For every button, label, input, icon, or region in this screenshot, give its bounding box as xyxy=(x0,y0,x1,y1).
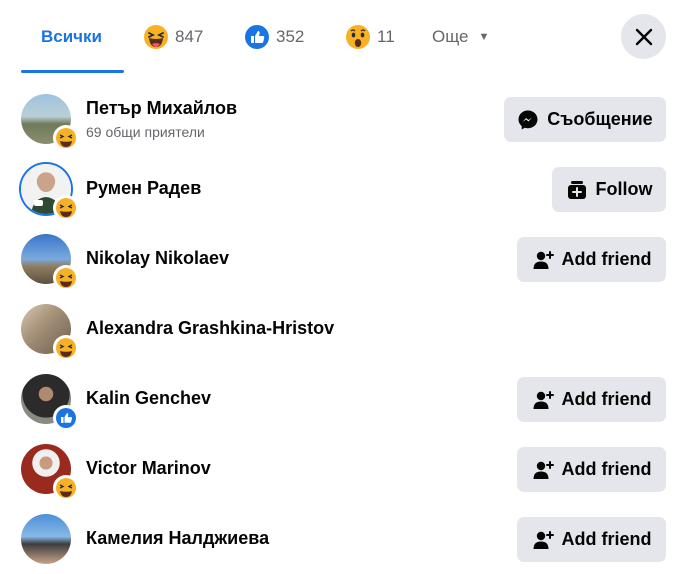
tab-all[interactable]: Всички xyxy=(41,0,102,74)
active-tab-indicator xyxy=(21,70,124,73)
haha-icon xyxy=(144,25,168,49)
tab-wow-count: 11 xyxy=(377,27,395,46)
mutual-friends[interactable]: 69 общи приятели xyxy=(86,124,205,140)
tab-haha[interactable]: 847 xyxy=(143,0,203,74)
add-friend-icon xyxy=(533,460,554,479)
tab-haha-count: 847 xyxy=(175,27,204,46)
add-friend-button-label: Add friend xyxy=(561,249,652,269)
add-friend-button-label: Add friend xyxy=(561,389,652,409)
add-friend-button-label: Add friend xyxy=(561,459,652,479)
list-item: Румен Радев Follow xyxy=(0,154,684,224)
haha-icon xyxy=(53,195,79,221)
list-item: Alexandra Grashkina-Hristov xyxy=(0,294,684,364)
tab-all-label: Всички xyxy=(41,27,103,46)
person-name[interactable]: Nikolay Nikolaev xyxy=(86,248,229,269)
avatar[interactable] xyxy=(21,444,79,501)
like-icon xyxy=(245,25,269,49)
tab-more-label: Още xyxy=(432,27,469,46)
tab-more[interactable]: Още ▼ xyxy=(432,0,489,74)
wow-icon xyxy=(346,25,370,49)
avatar[interactable] xyxy=(21,234,79,291)
person-name[interactable]: Румен Радев xyxy=(86,178,201,199)
haha-icon xyxy=(53,125,79,151)
close-button[interactable] xyxy=(621,14,666,59)
follow-button-label: Follow xyxy=(595,179,653,199)
add-friend-button[interactable]: Add friend xyxy=(517,517,666,562)
haha-icon xyxy=(53,265,79,291)
add-friend-button[interactable]: Add friend xyxy=(517,447,666,492)
reactions-tab-bar: Всички 847 352 11 Още ▼ xyxy=(0,0,684,74)
follow-button[interactable]: Follow xyxy=(552,167,666,212)
person-name[interactable]: Victor Marinov xyxy=(86,458,211,479)
add-friend-icon xyxy=(533,530,554,549)
add-friend-icon xyxy=(533,250,554,269)
messenger-icon xyxy=(518,110,538,129)
list-item: Камелия Налджиева Add friend xyxy=(0,504,684,574)
message-button[interactable]: Съобщение xyxy=(504,97,666,142)
add-friend-button[interactable]: Add friend xyxy=(517,237,666,282)
tab-like[interactable]: 352 xyxy=(244,0,304,74)
list-item: Victor Marinov Add friend xyxy=(0,434,684,504)
avatar[interactable] xyxy=(21,514,71,564)
list-item: Nikolay Nikolaev Add friend xyxy=(0,224,684,294)
haha-icon xyxy=(53,475,79,501)
message-button-label: Съобщение xyxy=(547,109,653,129)
add-friend-icon xyxy=(533,390,554,409)
person-name[interactable]: Петър Михайлов xyxy=(86,98,237,119)
caret-down-icon: ▼ xyxy=(478,31,490,43)
avatar[interactable] xyxy=(21,304,79,361)
person-name[interactable]: Kalin Genchev xyxy=(86,388,211,409)
person-name[interactable]: Alexandra Grashkina-Hristov xyxy=(86,318,334,339)
list-item: Kalin Genchev Add friend xyxy=(0,364,684,434)
avatar[interactable] xyxy=(21,164,79,221)
close-icon xyxy=(635,28,652,45)
person-name[interactable]: Камелия Налджиева xyxy=(86,528,269,549)
add-friend-button-label: Add friend xyxy=(561,529,652,549)
avatar[interactable] xyxy=(21,374,79,431)
tab-wow[interactable]: 11 xyxy=(345,0,395,74)
tab-like-count: 352 xyxy=(276,27,305,46)
list-item: Петър Михайлов 69 общи приятели Съобщени… xyxy=(0,84,684,154)
follow-icon xyxy=(567,180,586,199)
haha-icon xyxy=(53,335,79,361)
add-friend-button[interactable]: Add friend xyxy=(517,377,666,422)
like-icon xyxy=(53,405,79,431)
avatar[interactable] xyxy=(21,94,79,151)
